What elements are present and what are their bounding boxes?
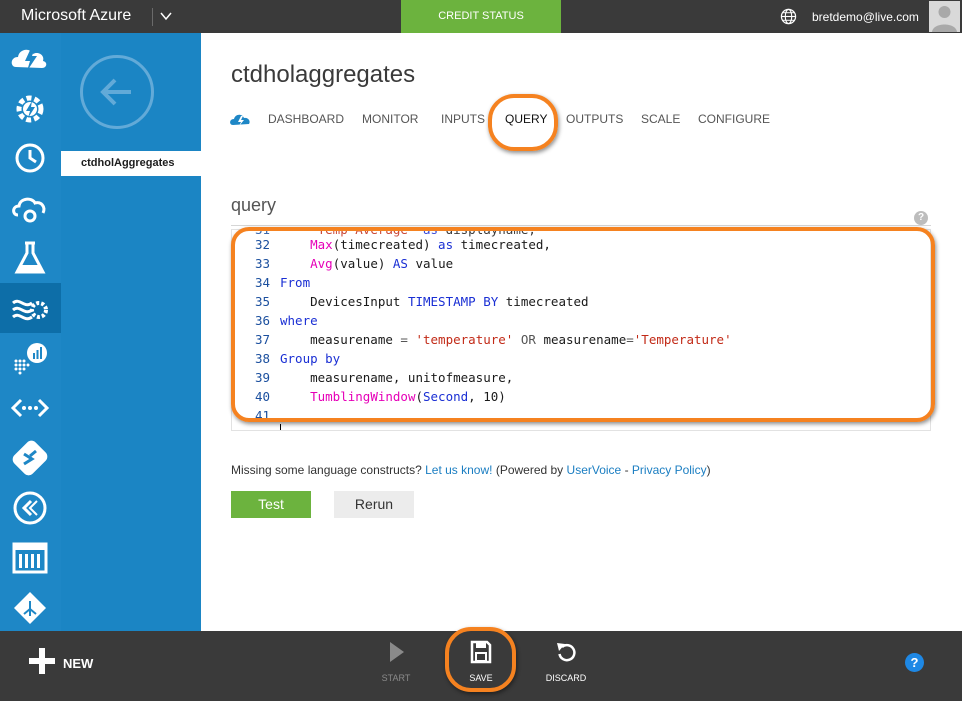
text-cursor <box>280 424 281 430</box>
hdinsight-icon <box>14 343 47 375</box>
test-button[interactable]: Test <box>231 491 311 518</box>
stream-cloud-icon <box>230 114 250 126</box>
arrow-left-icon <box>100 78 131 106</box>
section-divider <box>231 225 931 226</box>
cloud-gear-icon <box>12 197 46 223</box>
privacy-policy-link[interactable]: Privacy Policy <box>632 463 707 477</box>
panel-item-ctdholaggregates[interactable]: ctdholAggregates <box>61 151 201 176</box>
query-tab-highlight <box>488 94 558 151</box>
rail-item-cloud-services[interactable] <box>0 183 61 233</box>
query-help-icon[interactable]: ? <box>914 211 928 225</box>
resource-panel: ctdholAggregates <box>61 33 201 631</box>
service-bus-icon <box>10 398 50 418</box>
new-button[interactable]: NEW <box>63 656 93 671</box>
rail-item-api-apps[interactable] <box>0 583 61 633</box>
remote-app-icon <box>13 491 47 525</box>
section-title: query <box>231 195 277 215</box>
flask-icon <box>14 241 46 274</box>
brand-title[interactable]: Microsoft Azure <box>21 7 131 25</box>
globe-icon[interactable] <box>780 8 797 25</box>
save-highlight <box>445 627 516 692</box>
rail-item-services[interactable] <box>0 33 61 83</box>
rail-item-service-bus[interactable] <box>0 383 61 433</box>
rail-item-mobile-services[interactable] <box>0 433 61 483</box>
tab-monitor[interactable]: MONITOR <box>362 112 418 126</box>
tab-inputs[interactable]: INPUTS <box>441 112 485 126</box>
undo-icon <box>557 643 576 662</box>
page-title: ctdholaggregates <box>231 61 416 88</box>
feedback-text: Missing some language constructs? Let us… <box>231 463 711 477</box>
mobile-services-icon <box>12 440 48 476</box>
rerun-button[interactable]: Rerun <box>334 491 414 518</box>
brand-divider <box>152 8 153 26</box>
tab-dashboard[interactable]: DASHBOARD <box>268 112 344 126</box>
discard-button[interactable]: DISCARD <box>536 640 596 684</box>
rail-item-stream-analytics[interactable] <box>0 283 61 333</box>
tab-outputs[interactable]: OUTPUTS <box>566 112 623 126</box>
service-rail <box>0 33 61 631</box>
tab-scale[interactable]: SCALE <box>641 112 680 126</box>
uservoice-link[interactable]: UserVoice <box>567 463 622 477</box>
play-icon <box>390 642 404 662</box>
rail-item-remote-app[interactable] <box>0 483 61 533</box>
api-management-icon <box>14 592 46 624</box>
rail-item-automation[interactable] <box>0 83 61 133</box>
user-email[interactable]: bretdemo@live.com <box>812 10 919 24</box>
user-silhouette-icon <box>932 6 957 32</box>
rail-item-hdinsight[interactable] <box>0 333 61 383</box>
help-icon[interactable]: ? <box>905 653 924 672</box>
rail-item-machine-learning[interactable] <box>0 233 61 283</box>
rail-item-scheduler[interactable] <box>0 133 61 183</box>
let-us-know-link[interactable]: Let us know! <box>425 463 492 477</box>
tab-configure[interactable]: CONFIGURE <box>698 112 770 126</box>
gear-lightning-icon <box>16 95 44 123</box>
top-bar: Microsoft Azure CREDIT STATUS bretdemo@l… <box>0 0 962 33</box>
start-button[interactable]: START <box>366 640 426 684</box>
clock-icon <box>15 143 45 173</box>
code-highlight <box>231 227 935 422</box>
rail-item-api-management[interactable] <box>0 533 61 583</box>
credit-status-button[interactable]: CREDIT STATUS <box>401 0 561 33</box>
plus-icon[interactable] <box>29 648 55 674</box>
back-button[interactable] <box>80 55 154 129</box>
lightning-cloud-icon <box>11 48 47 71</box>
avatar[interactable] <box>929 1 960 32</box>
stream-analytics-icon <box>12 299 48 321</box>
scheduler-icon <box>12 542 48 574</box>
chevron-down-icon[interactable] <box>158 8 174 24</box>
